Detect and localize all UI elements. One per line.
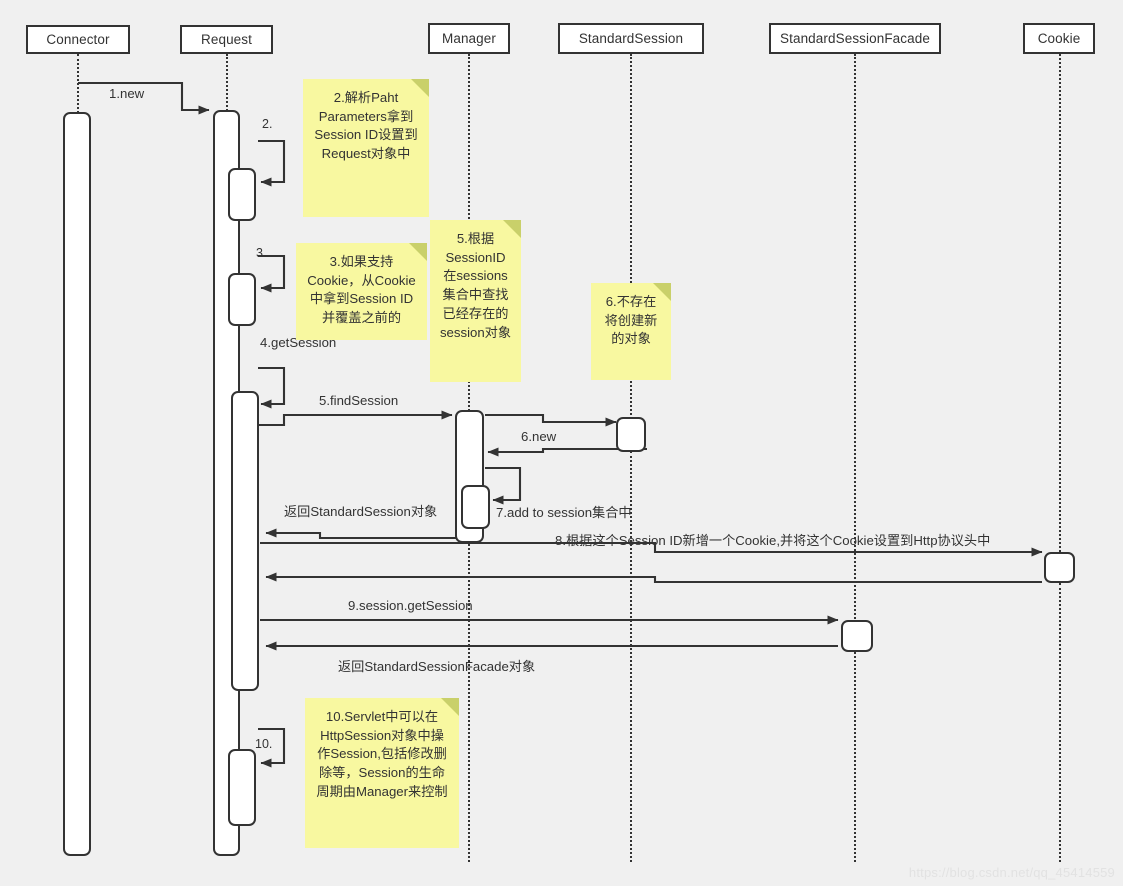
msg-label-6-new: 6.new bbox=[521, 429, 557, 444]
activation-standardsession bbox=[616, 417, 646, 452]
activation-request-step2 bbox=[228, 168, 256, 221]
note-text: 10.Servlet中可以在 HttpSession对象中操 作Session,… bbox=[316, 709, 448, 799]
activation-request-step3 bbox=[228, 273, 256, 326]
note-text: 6.不存在 将创建新 的对象 bbox=[604, 294, 658, 347]
activation-request-step4 bbox=[231, 391, 259, 691]
note-text: 5.根据 SessionID 在sessions 集合中查找 已经存在的 ses… bbox=[439, 231, 512, 340]
note-6: 6.不存在 将创建新 的对象 bbox=[591, 283, 671, 380]
message-arrows-layer bbox=[78, 81, 1043, 768]
note-3: 3.如果支持 Cookie，从Cookie 中拿到Session ID 并覆盖之… bbox=[296, 243, 427, 340]
msg-label-10: 10. bbox=[255, 737, 273, 751]
msg-label-8-new-cookie: 8.根据这个Session ID新增一个Cookie,并将这个Cookie设置到… bbox=[555, 533, 991, 548]
sequence-diagram-canvas: Connector Request Manager StandardSessio… bbox=[0, 0, 1123, 886]
msg-label-3: 3. bbox=[256, 246, 267, 260]
arrow-4-getsession-self bbox=[258, 366, 286, 409]
msg-label-return-standardsessionfacade: 返回StandardSessionFacade对象 bbox=[338, 659, 536, 674]
arrow-7-add-self bbox=[485, 466, 522, 505]
note-text: 2.解析Paht Parameters拿到 Session ID设置到 Requ… bbox=[314, 90, 418, 162]
activation-manager-step7 bbox=[461, 485, 490, 529]
note-5: 5.根据 SessionID 在sessions 集合中查找 已经存在的 ses… bbox=[430, 220, 521, 382]
activation-request-step10 bbox=[228, 749, 256, 826]
arrow-6-new bbox=[485, 413, 617, 427]
arrow-2-self bbox=[258, 139, 286, 187]
activation-standardsessionfacade bbox=[841, 620, 873, 652]
arrow-return-standardsession bbox=[265, 528, 468, 540]
msg-label-7-add-to-session: 7.add to session集合中 bbox=[496, 505, 632, 520]
watermark: https://blog.csdn.net/qq_45414559 bbox=[908, 865, 1115, 880]
note-10: 10.Servlet中可以在 HttpSession对象中操 作Session,… bbox=[305, 698, 459, 848]
note-text: 3.如果支持 Cookie，从Cookie 中拿到Session ID 并覆盖之… bbox=[307, 254, 416, 326]
activation-cookie bbox=[1044, 552, 1075, 583]
activation-connector bbox=[63, 112, 91, 856]
msg-label-2: 2. bbox=[262, 117, 273, 131]
note-2: 2.解析Paht Parameters拿到 Session ID设置到 Requ… bbox=[303, 79, 429, 217]
arrow-3-self bbox=[258, 254, 286, 293]
arrow-5-findsession bbox=[259, 410, 453, 427]
msg-label-5-findsession: 5.findSession bbox=[319, 393, 399, 408]
arrow-8-return bbox=[265, 572, 1042, 584]
msg-label-1-new: 1.new bbox=[109, 86, 145, 101]
msg-label-9-session-getsession: 9.session.getSession bbox=[348, 598, 473, 613]
msg-label-return-standardsession: 返回StandardSession对象 bbox=[284, 504, 438, 519]
